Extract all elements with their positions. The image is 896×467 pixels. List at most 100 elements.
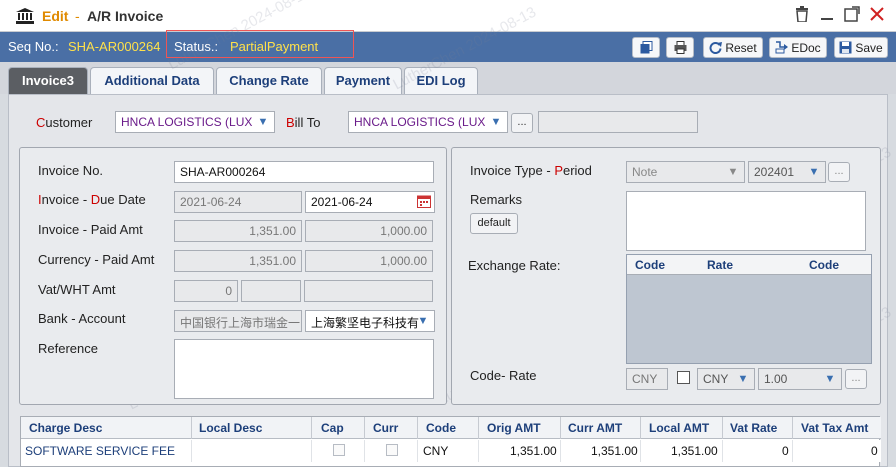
invoice-date-field[interactable]: 2021-06-24	[174, 191, 302, 213]
tab-payment[interactable]: Payment	[324, 67, 402, 94]
bank-account-label: Bank - Account	[38, 311, 126, 326]
customer-label: Customer	[36, 115, 93, 130]
bill-to-lookup-button[interactable]: ...	[511, 113, 533, 133]
charge-desc-cell: SOFTWARE SERVICE FEE	[25, 444, 176, 458]
charges-grid-header: Charge Desc Local Desc Cap Curr Code Ori…	[21, 417, 881, 439]
col-local-desc[interactable]: Local Desc	[199, 421, 262, 435]
currency-paid-amt-field[interactable]: 1,000.00	[305, 250, 433, 272]
print-button[interactable]	[666, 37, 694, 58]
currency-code-select[interactable]: CNY ▼	[697, 368, 755, 390]
vat-amt-field[interactable]: 0	[174, 280, 238, 302]
edoc-button[interactable]: EDoc	[769, 37, 827, 58]
col-curr[interactable]: Curr	[373, 421, 398, 435]
table-row[interactable]: SOFTWARE SERVICE FEE CNY 1,351.00 1,351.…	[21, 440, 881, 462]
col-charge-desc[interactable]: Charge Desc	[29, 421, 102, 435]
maximize-icon[interactable]	[842, 6, 862, 26]
reference-label: Reference	[38, 341, 98, 356]
col-vat-rate[interactable]: Vat Rate	[730, 421, 777, 435]
chevron-down-icon: ▼	[257, 116, 269, 128]
currency-paid-label: Currency - Paid Amt	[38, 252, 155, 267]
close-icon[interactable]	[867, 6, 887, 26]
bill-to-label: Bill To	[286, 115, 321, 130]
edoc-label: EDoc	[791, 40, 821, 55]
tab-change-rate[interactable]: Change Rate	[216, 67, 322, 94]
bank-field[interactable]: 中国银行上海市瑞金一	[174, 310, 302, 332]
code-rate-label: Code- Rate	[470, 368, 537, 383]
col-code[interactable]: Code	[426, 421, 456, 435]
invoice-type-select[interactable]: Note ▼	[626, 161, 745, 183]
remarks-textarea[interactable]	[626, 191, 866, 251]
period-value: 202401	[754, 165, 795, 179]
col-orig-amt[interactable]: Orig AMT	[487, 421, 541, 435]
paid-amt-field[interactable]: 1,000.00	[305, 220, 433, 242]
currency-amt-field[interactable]: 1,351.00	[174, 250, 302, 272]
copy-icon	[640, 41, 652, 54]
tab-additional-data[interactable]: Additional Data	[90, 67, 214, 94]
charges-grid: Charge Desc Local Desc Cap Curr Code Ori…	[20, 416, 881, 467]
save-button[interactable]: Save	[834, 37, 888, 58]
invoice-no-label: Invoice No.	[38, 163, 104, 178]
remarks-label: Remarks	[470, 192, 523, 207]
customer-select[interactable]: HNCA LOGISTICS (LUX ▼	[115, 111, 275, 133]
wht-amt-field[interactable]	[241, 280, 301, 302]
bill-to-select[interactable]: HNCA LOGISTICS (LUX ▼	[348, 111, 508, 133]
vat-tax-amt-cell: 0	[871, 444, 878, 458]
chevron-down-icon: ▼	[737, 373, 749, 385]
code-field[interactable]: CNY	[626, 368, 668, 390]
invoice-no-field[interactable]: SHA-AR000264	[174, 161, 434, 183]
rate-lookup-button[interactable]: ...	[845, 369, 867, 389]
period-select[interactable]: 202401 ▼	[748, 161, 826, 183]
reset-button[interactable]: Reset	[703, 37, 763, 58]
invoice-amt-field[interactable]: 1,351.00	[174, 220, 302, 242]
customer-value: HNCA LOGISTICS (LUX	[121, 115, 253, 129]
col-curr-amt[interactable]: Curr AMT	[568, 421, 622, 435]
ex-col-code-2: Code	[809, 258, 839, 272]
title-separator: -	[75, 8, 80, 24]
chevron-down-icon: ▼	[490, 116, 502, 128]
refresh-icon	[709, 42, 723, 54]
chevron-down-icon: ▼	[824, 373, 836, 385]
col-cap[interactable]: Cap	[321, 421, 344, 435]
code-rate-checkbox[interactable]	[677, 371, 690, 384]
mode-label: Edit	[42, 8, 69, 24]
bill-to-detail-field[interactable]	[538, 111, 698, 133]
curr-amt-cell: 1,351.00	[591, 444, 638, 458]
bill-to-value: HNCA LOGISTICS (LUX	[354, 115, 486, 129]
trash-icon[interactable]	[792, 6, 812, 26]
curr-checkbox[interactable]	[386, 444, 398, 456]
chevron-down-icon: ▼	[417, 315, 429, 327]
seq-value: SHA-AR000264	[68, 39, 161, 54]
title-bar: Edit - A/R Invoice	[0, 0, 896, 32]
copy-button[interactable]	[632, 37, 660, 58]
local-amt-cell: 1,351.00	[671, 444, 718, 458]
invoice-type-period-label: Invoice Type - Period	[470, 163, 592, 178]
ex-col-code: Code	[635, 258, 665, 272]
exchange-rate-header: Code Rate Code	[627, 255, 871, 275]
account-value: 上海繁坚电子科技有	[311, 316, 420, 330]
orig-amt-cell: 1,351.00	[510, 444, 557, 458]
cap-checkbox[interactable]	[333, 444, 345, 456]
save-label: Save	[855, 40, 883, 55]
rate-value: 1.00	[764, 372, 788, 386]
exchange-rate-label: Exchange Rate:	[468, 258, 561, 273]
calendar-icon[interactable]	[417, 194, 431, 208]
chevron-down-icon: ▼	[727, 166, 739, 178]
rate-select[interactable]: 1.00 ▼	[758, 368, 842, 390]
account-select[interactable]: 上海繁坚电子科技有 ▼	[305, 310, 435, 332]
period-lookup-button[interactable]: ...	[828, 162, 850, 182]
chevron-down-icon: ▼	[808, 166, 820, 178]
minimize-icon[interactable]	[817, 6, 837, 26]
col-local-amt[interactable]: Local AMT	[649, 421, 709, 435]
vat-extra-field[interactable]	[304, 280, 433, 302]
due-date-field[interactable]: 2021-06-24	[305, 191, 435, 213]
due-date-value: 2021-06-24	[311, 195, 373, 209]
default-button[interactable]: default	[470, 213, 518, 234]
seq-label: Seq No.:	[8, 39, 59, 54]
col-vat-tax-amt[interactable]: Vat Tax Amt	[801, 421, 868, 435]
paid-amt-label: Invoice - Paid Amt	[38, 222, 143, 237]
reference-textarea[interactable]	[174, 339, 434, 399]
currency-code-value: CNY	[703, 372, 729, 386]
exchange-rate-grid: Code Rate Code	[626, 254, 872, 364]
window-title: A/R Invoice	[87, 8, 164, 24]
tab-invoice3[interactable]: Invoice3	[8, 67, 88, 94]
